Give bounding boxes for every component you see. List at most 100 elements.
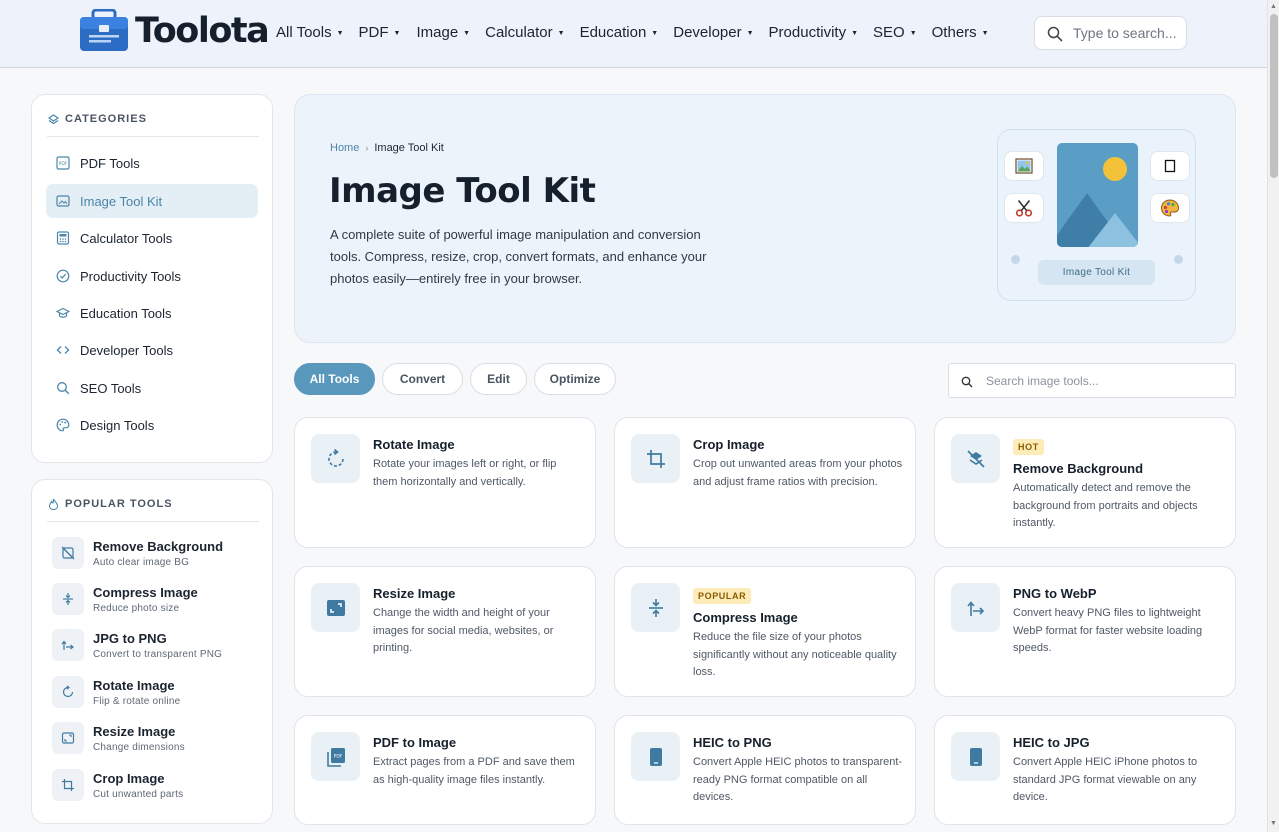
sidebar-item-seo-tools[interactable]: SEO Tools [46, 371, 258, 405]
calculator-icon [56, 231, 70, 245]
popular-item-compress-image[interactable]: Compress Image Reduce photo size [52, 583, 198, 615]
filter-convert[interactable]: Convert [382, 363, 463, 395]
resize-icon [52, 722, 84, 754]
brand-name: Toolota [135, 10, 270, 51]
top-header: Toolota All Tools ▼ PDF ▼ Image ▼ Calculato… [0, 0, 1267, 68]
tool-title: Rotate Image [373, 437, 455, 452]
nav-productivity[interactable]: Productivity ▼ [769, 24, 858, 41]
tool-card-heic-to-png[interactable]: HEIC to PNG Convert Apple HEIC photos to… [614, 715, 916, 825]
breadcrumb: Home › Image Tool Kit [330, 142, 444, 154]
popular-item-remove-background[interactable]: Remove Background Auto clear image BG [52, 537, 223, 569]
brand-logo[interactable]: Toolota [79, 8, 270, 52]
square-icon [1150, 151, 1190, 181]
tool-card-crop-image[interactable]: Crop Image Crop out unwanted areas from … [614, 417, 916, 548]
popular-item-jpg-to-png[interactable]: JPG to PNG Convert to transparent PNG [52, 629, 222, 661]
filter-optimize[interactable]: Optimize [534, 363, 616, 395]
nav-seo[interactable]: SEO ▼ [873, 24, 917, 41]
convert-icon [951, 583, 1000, 632]
sidebar-item-pdf-tools[interactable]: PDF PDF Tools [46, 146, 258, 180]
chevron-down-icon: ▼ [393, 30, 401, 37]
tool-description: Automatically detect and remove the back… [1013, 482, 1198, 529]
rotate-icon [52, 676, 84, 708]
categories-heading: CATEGORIES [48, 113, 147, 125]
chevron-down-icon: ▼ [981, 30, 989, 37]
popular-heading: POPULAR TOOLS [48, 498, 173, 510]
tool-description: Rotate your images left or right, or fli… [373, 458, 557, 488]
pdf-icon: PDF [56, 156, 70, 170]
sidebar-item-productivity-tools[interactable]: Productivity Tools [46, 259, 258, 293]
tool-card-compress-image[interactable]: POPULAR Compress Image Reduce the file s… [614, 566, 916, 697]
search-icon [1047, 26, 1063, 47]
sidebar-item-education-tools[interactable]: Education Tools [46, 296, 258, 330]
tool-description: Crop out unwanted areas from your photos… [693, 458, 903, 488]
tool-title: PNG to WebP [1013, 586, 1097, 601]
tool-card-heic-to-jpg[interactable]: HEIC to JPG Convert Apple HEIC iPhone ph… [934, 715, 1236, 825]
search-icon [57, 382, 70, 395]
tool-card-resize-image[interactable]: Resize Image Change the width and height… [294, 566, 596, 697]
remove-bg-icon [52, 537, 84, 569]
svg-text:PDF: PDF [59, 161, 68, 167]
nav-calculator[interactable]: Calculator ▼ [485, 24, 564, 41]
code-icon [56, 346, 70, 354]
scroll-thumb[interactable] [1270, 14, 1278, 178]
tool-description: Extract pages from a PDF and save them a… [373, 756, 575, 786]
popular-item-rotate-image[interactable]: Rotate Image Flip & rotate online [52, 676, 180, 708]
illustration-label: Image Tool Kit [1038, 260, 1155, 285]
tool-title: HEIC to JPG [1013, 735, 1090, 750]
compress-icon [631, 583, 680, 632]
chevron-right-icon: › [365, 143, 369, 153]
tool-card-remove-background[interactable]: HOT Remove Background Automatically dete… [934, 417, 1236, 548]
search-icon [961, 375, 973, 393]
sidebar-item-calculator-tools[interactable]: Calculator Tools [46, 221, 258, 255]
nav-all-tools[interactable]: All Tools ▼ [276, 24, 344, 41]
hero-illustration: Image Tool Kit [997, 129, 1196, 301]
scroll-up-icon[interactable]: ▲ [1270, 3, 1277, 10]
rotate-icon [311, 434, 360, 483]
chevron-down-icon: ▼ [851, 30, 859, 37]
nav-image[interactable]: Image ▼ [416, 24, 470, 41]
scroll-down-icon[interactable]: ▼ [1270, 820, 1277, 827]
graduation-cap-icon [56, 307, 70, 318]
nav-pdf[interactable]: PDF ▼ [359, 24, 401, 41]
popular-item-resize-image[interactable]: Resize Image Change dimensions [52, 722, 185, 754]
resize-icon [311, 583, 360, 632]
tool-description: Reduce the file size of your photos sign… [693, 631, 897, 678]
tool-card-rotate-image[interactable]: Rotate Image Rotate your images left or … [294, 417, 596, 548]
tool-title: Remove Background [1013, 461, 1144, 476]
tool-title: Resize Image [373, 586, 456, 601]
phone-icon [631, 732, 680, 781]
palette-icon [1150, 193, 1190, 223]
photo-frame-icon [1057, 143, 1138, 247]
main-nav: All Tools ▼ PDF ▼ Image ▼ Calculator ▼ Educa… [276, 24, 989, 41]
scissors-icon [1004, 193, 1044, 223]
top-search-box[interactable] [1034, 16, 1187, 50]
phone-icon [951, 732, 1000, 781]
top-search-input[interactable] [1073, 23, 1183, 43]
check-circle-icon [56, 269, 70, 283]
nav-others[interactable]: Others ▼ [932, 24, 989, 41]
popular-item-crop-image[interactable]: Crop Image Cut unwanted parts [52, 769, 183, 801]
nav-education[interactable]: Education ▼ [580, 24, 659, 41]
remove-bg-icon [951, 434, 1000, 483]
tools-search-input[interactable] [986, 372, 1226, 390]
convert-icon [52, 629, 84, 661]
tool-title: PDF to Image [373, 735, 457, 750]
breadcrumb-home[interactable]: Home [330, 142, 359, 154]
tool-card-png-to-webp[interactable]: PNG to WebP Convert heavy PNG files to l… [934, 566, 1236, 697]
toolbox-icon [79, 8, 129, 52]
nav-developer[interactable]: Developer ▼ [673, 24, 753, 41]
sidebar-item-developer-tools[interactable]: Developer Tools [46, 333, 258, 367]
sidebar-item-design-tools[interactable]: Design Tools [46, 408, 258, 442]
filter-edit[interactable]: Edit [470, 363, 527, 395]
categories-panel: CATEGORIES PDF PDF Tools Image Tool Kit … [31, 94, 273, 463]
tools-search-box[interactable] [948, 363, 1236, 398]
palette-icon [56, 418, 70, 432]
sidebar-item-image-tool-kit[interactable]: Image Tool Kit [46, 184, 258, 218]
filter-all-tools[interactable]: All Tools [294, 363, 375, 395]
tool-card-pdf-to-image[interactable]: PDF PDF to Image Extract pages from a PD… [294, 715, 596, 825]
chevron-down-icon: ▼ [909, 30, 917, 37]
page-description: A complete suite of powerful image manip… [330, 227, 707, 286]
flame-icon [48, 498, 59, 510]
decor-dot [1174, 255, 1183, 264]
page-scrollbar[interactable]: ▲ ▼ [1267, 0, 1279, 832]
